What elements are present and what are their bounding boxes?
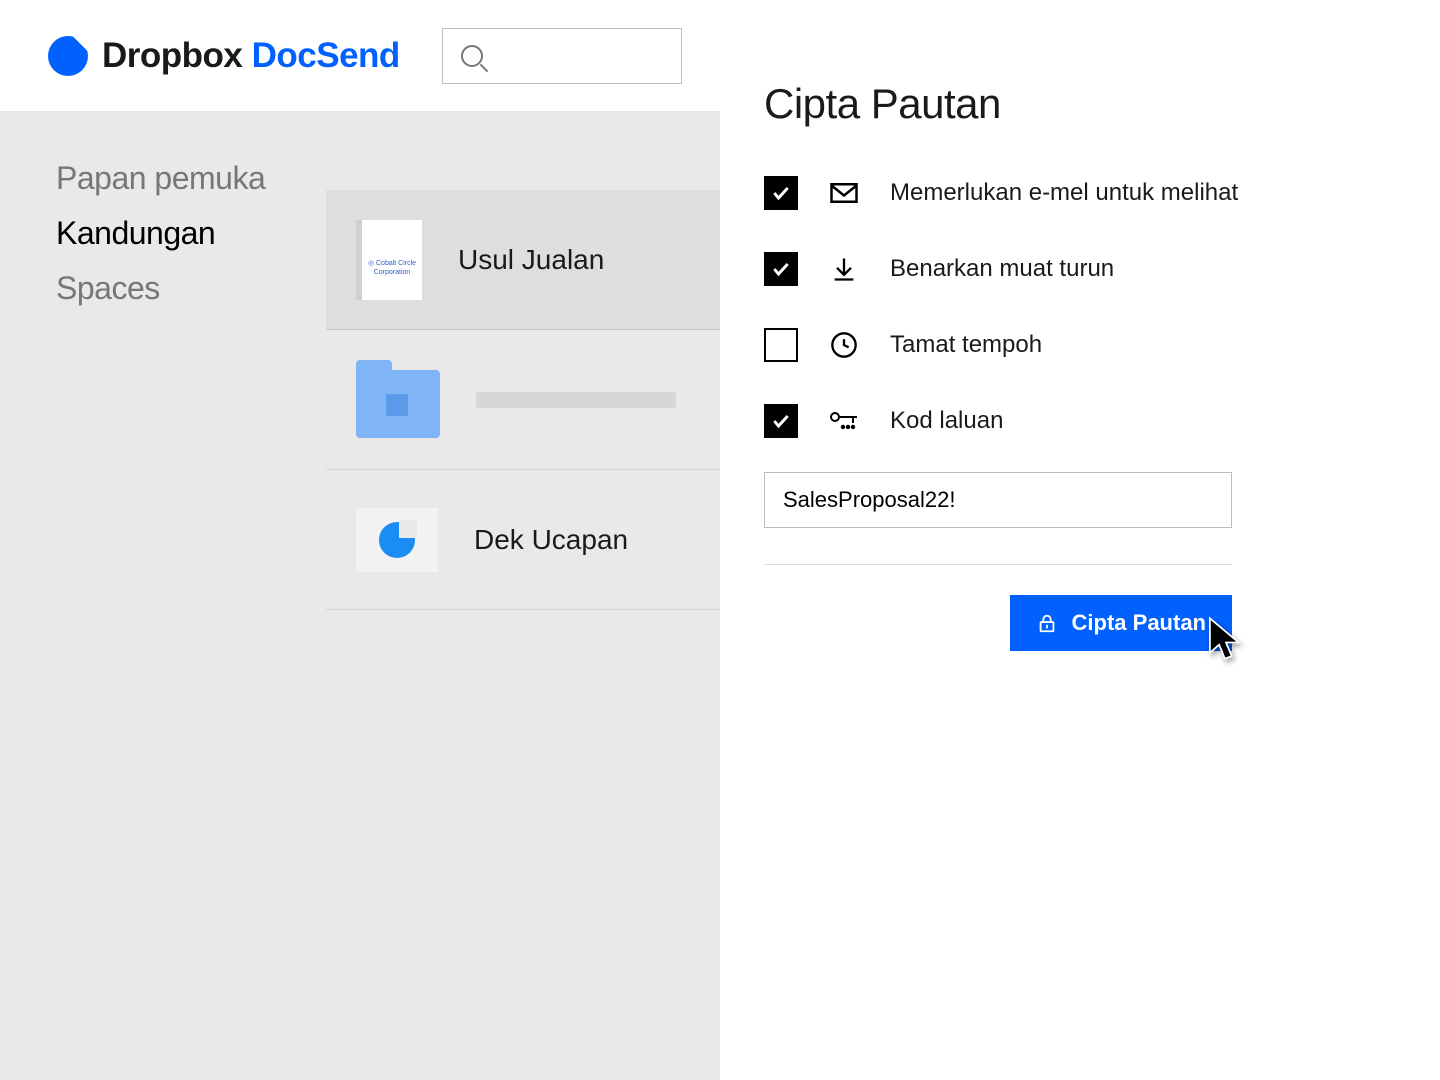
create-link-button[interactable]: Cipta Pautan xyxy=(1010,595,1232,651)
sidebar: Papan pemuka Kandungan Spaces xyxy=(0,112,326,1080)
pitch-deck-thumbnail-icon xyxy=(356,508,438,572)
dropbox-docsend-logo-icon xyxy=(48,36,88,76)
key-icon xyxy=(828,405,860,437)
option-expiration: Tamat tempoh xyxy=(764,328,1392,362)
document-thumbnail-icon: ◎ Cobalt CircleCorporation xyxy=(356,220,422,300)
lock-icon xyxy=(1036,612,1058,634)
create-link-panel: Cipta Pautan Memerlukan e-mel untuk meli… xyxy=(720,0,1440,1080)
option-allow-download: Benarkan muat turun xyxy=(764,252,1392,286)
folder-icon xyxy=(356,370,440,438)
option-label: Benarkan muat turun xyxy=(890,255,1114,283)
mail-icon xyxy=(828,177,860,209)
content-row-label: Dek Ucapan xyxy=(474,524,628,556)
option-label: Tamat tempoh xyxy=(890,331,1042,359)
brand-logo: Dropbox DocSend xyxy=(48,36,400,76)
checkbox-expiration[interactable] xyxy=(764,328,798,362)
option-require-email: Memerlukan e-mel untuk melihat xyxy=(764,176,1392,210)
divider xyxy=(764,564,1232,565)
sidebar-item-content[interactable]: Kandungan xyxy=(56,215,326,252)
search-icon xyxy=(461,45,483,67)
action-row: Cipta Pautan xyxy=(764,595,1232,651)
checkbox-allow-download[interactable] xyxy=(764,252,798,286)
option-passcode: Kod laluan xyxy=(764,404,1392,438)
clock-icon xyxy=(828,329,860,361)
checkbox-passcode[interactable] xyxy=(764,404,798,438)
search-input-wrapper[interactable] xyxy=(442,28,682,84)
option-label: Memerlukan e-mel untuk melihat xyxy=(890,179,1238,207)
option-label: Kod laluan xyxy=(890,407,1003,435)
sidebar-item-spaces[interactable]: Spaces xyxy=(56,270,326,307)
passcode-input[interactable] xyxy=(764,472,1232,528)
content-row-label: Usul Jualan xyxy=(458,244,604,276)
content-row-placeholder xyxy=(476,392,676,408)
download-icon xyxy=(828,253,860,285)
brand-text: Dropbox DocSend xyxy=(102,36,400,76)
panel-title: Cipta Pautan xyxy=(764,80,1392,128)
checkbox-require-email[interactable] xyxy=(764,176,798,210)
sidebar-item-dashboard[interactable]: Papan pemuka xyxy=(56,160,326,197)
